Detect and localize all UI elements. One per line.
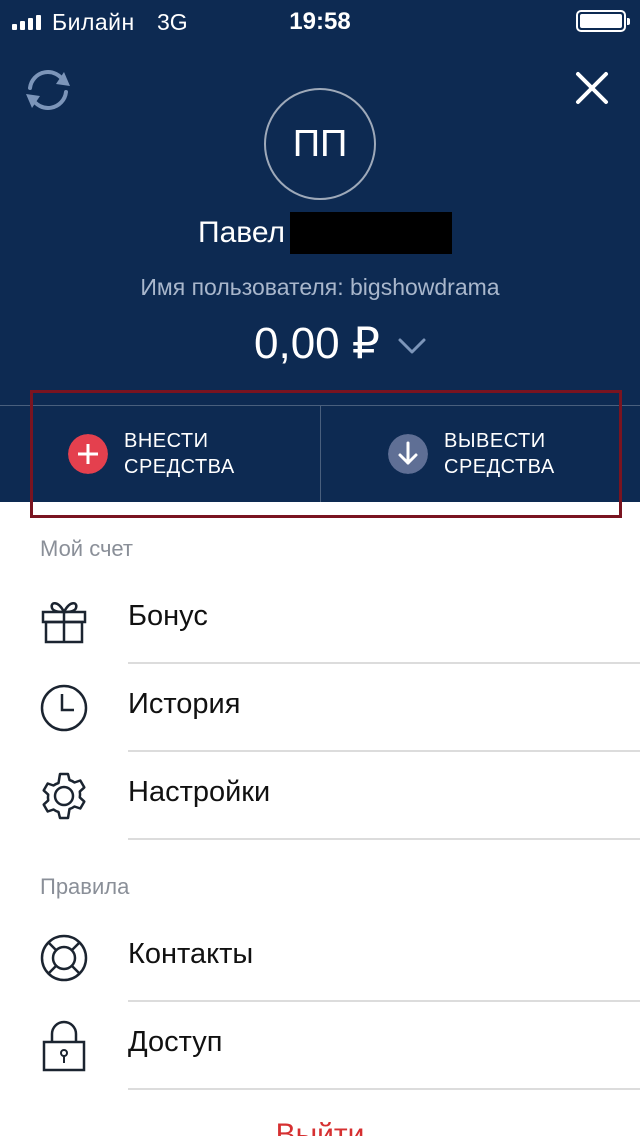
username-label: Имя пользователя: bigshowdrama (140, 274, 500, 300)
lock-icon (42, 1020, 86, 1072)
refresh-button[interactable] (20, 62, 76, 118)
menu-item-settings[interactable]: Настройки (0, 752, 640, 840)
section-title-account: Мой счет (40, 536, 134, 561)
clock-icon (40, 684, 88, 732)
menu-item-history[interactable]: История (0, 664, 640, 752)
section-title-rules: Правила (40, 874, 130, 899)
avatar: ПП (264, 88, 376, 200)
menu-label-bonus: Бонус (128, 600, 208, 632)
menu-label-contacts: Контакты (128, 938, 254, 970)
menu-item-access[interactable]: Доступ (0, 1002, 640, 1090)
logout-button[interactable]: Выйти (0, 1118, 640, 1136)
redacted-surname (290, 212, 452, 254)
battery-icon (576, 10, 630, 32)
balance-amount: 0,00 ₽ (254, 319, 380, 368)
user-name: Павел (198, 216, 286, 249)
lifebuoy-icon (40, 934, 88, 982)
close-icon (576, 72, 608, 104)
menu-item-bonus[interactable]: Бонус (0, 576, 640, 664)
menu-item-contacts[interactable]: Контакты (0, 914, 640, 1002)
gift-icon (41, 602, 87, 644)
status-bar: Билайн 3G 19:58 (0, 0, 640, 40)
close-button[interactable] (568, 64, 616, 112)
menu-label-access: Доступ (128, 1026, 223, 1058)
chevron-down-icon (398, 338, 426, 354)
balance-selector[interactable]: 0,00 ₽ (0, 316, 640, 376)
menu-separator (128, 1088, 640, 1090)
menu-label-history: История (128, 688, 241, 720)
actions-highlight-box (30, 390, 622, 518)
user-name-row: Павел (0, 212, 640, 256)
menu-separator (128, 838, 640, 840)
refresh-icon (26, 70, 70, 110)
status-time: 19:58 (289, 8, 351, 35)
menu-label-settings: Настройки (128, 776, 271, 808)
gear-icon (42, 772, 86, 820)
